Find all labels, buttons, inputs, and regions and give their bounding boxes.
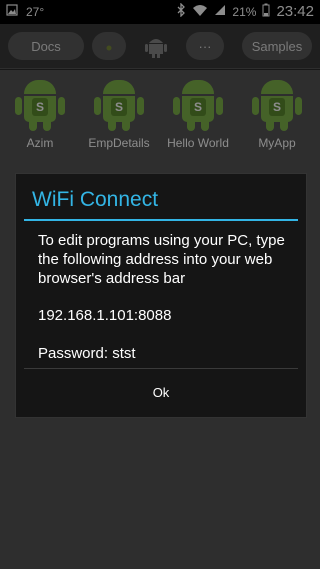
title-divider — [24, 219, 298, 221]
server-address: 192.168.1.101:8088 — [38, 307, 172, 324]
dialog-message: To edit programs using your PC, type the… — [38, 232, 285, 287]
wifi-connect-dialog: WiFi Connect To edit programs using your… — [15, 173, 307, 418]
password-text: Password: stst — [38, 345, 136, 362]
dialog-title: WiFi Connect — [32, 188, 159, 211]
ok-label: Ok — [152, 385, 170, 400]
ok-button[interactable]: Ok — [16, 369, 306, 416]
